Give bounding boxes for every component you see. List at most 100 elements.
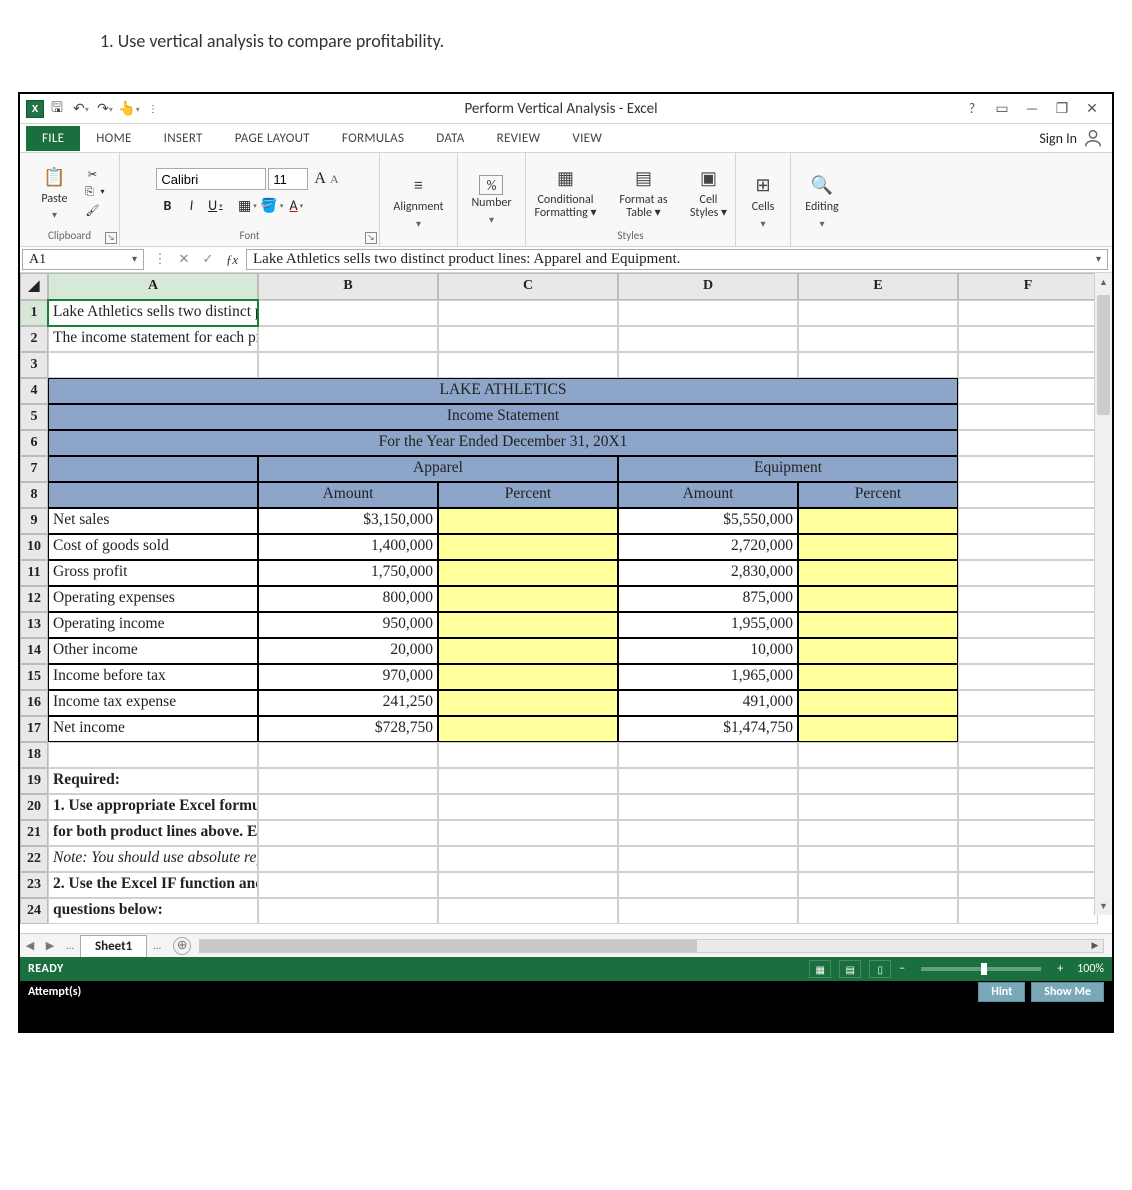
cell-d13[interactable]: 1,955,000 (618, 612, 798, 638)
cell-a22[interactable]: Note: You should use absolute references… (48, 846, 258, 872)
row-header[interactable]: 24 (20, 898, 48, 924)
cell-styles-button[interactable]: ▣ Cell Styles ▾ (681, 162, 737, 222)
cell[interactable] (258, 872, 438, 898)
cell[interactable] (438, 820, 618, 846)
insert-function-button[interactable]: ƒx (222, 252, 242, 268)
row-header[interactable]: 4 (20, 378, 48, 404)
cell[interactable] (958, 768, 1098, 794)
cell-d17[interactable]: $1,474,750 (618, 716, 798, 742)
fill-color-button[interactable]: 🪣▾ (260, 194, 283, 216)
tab-home[interactable]: HOME (80, 126, 147, 151)
cell[interactable] (618, 352, 798, 378)
cell-b11[interactable]: 1,750,000 (258, 560, 438, 586)
cell-a13[interactable]: Operating income (48, 612, 258, 638)
copy-icon[interactable]: ⎘ (80, 184, 98, 200)
cell[interactable] (958, 638, 1098, 664)
cell-c13[interactable] (438, 612, 618, 638)
cell[interactable] (958, 586, 1098, 612)
row-header[interactable]: 22 (20, 846, 48, 872)
cell-a24[interactable]: questions below: (48, 898, 258, 924)
cell[interactable] (798, 898, 958, 924)
scroll-down-icon[interactable]: ▼ (1095, 897, 1112, 915)
row-header[interactable]: 2 (20, 326, 48, 352)
row-header[interactable]: 5 (20, 404, 48, 430)
cell-title-company[interactable]: LAKE ATHLETICS (48, 378, 958, 404)
cell[interactable] (438, 326, 618, 352)
cell[interactable] (438, 768, 618, 794)
grow-font-icon[interactable]: A (314, 170, 326, 188)
cell-c15[interactable] (438, 664, 618, 690)
row-header[interactable]: 15 (20, 664, 48, 690)
row-header[interactable]: 20 (20, 794, 48, 820)
cell-c8[interactable]: Percent (438, 482, 618, 508)
cell[interactable] (618, 898, 798, 924)
normal-view-icon[interactable]: ▦ (809, 960, 831, 978)
bold-button[interactable]: B (156, 194, 178, 216)
ribbon-options-button[interactable]: ▭ (988, 98, 1016, 120)
cell-b13[interactable]: 950,000 (258, 612, 438, 638)
format-painter-icon[interactable]: 🖌 (83, 202, 101, 218)
close-button[interactable]: ✕ (1078, 98, 1106, 120)
cell[interactable] (618, 872, 798, 898)
paste-button[interactable]: 📋 Paste ▾ (34, 161, 74, 223)
cell[interactable] (258, 846, 438, 872)
cell-e8[interactable]: Percent (798, 482, 958, 508)
cells-button[interactable]: ⊞ Cells ▾ (743, 169, 783, 231)
zoom-out-button[interactable]: − (899, 962, 905, 976)
tab-formulas[interactable]: FORMULAS (326, 126, 420, 151)
cell-a21[interactable]: for both product lines above. Express ea… (48, 820, 258, 846)
cell[interactable] (798, 820, 958, 846)
number-button[interactable]: % Number ▾ (465, 173, 517, 227)
cell[interactable] (48, 482, 258, 508)
cell[interactable] (438, 352, 618, 378)
cell[interactable] (958, 404, 1098, 430)
cell[interactable] (258, 898, 438, 924)
maximize-button[interactable]: ❐ (1048, 98, 1076, 120)
cell-apparel-header[interactable]: Apparel (258, 456, 618, 482)
scroll-thumb[interactable] (1097, 295, 1110, 415)
cell-b14[interactable]: 20,000 (258, 638, 438, 664)
row-header[interactable]: 8 (20, 482, 48, 508)
cell[interactable] (438, 846, 618, 872)
cell[interactable] (618, 768, 798, 794)
cell-a19[interactable]: Required: (48, 768, 258, 794)
cell-a16[interactable]: Income tax expense (48, 690, 258, 716)
cell[interactable] (958, 872, 1098, 898)
cell[interactable] (958, 898, 1098, 924)
cell-c12[interactable] (438, 586, 618, 612)
border-button[interactable]: ▦▾ (236, 194, 258, 216)
cell-d8[interactable]: Amount (618, 482, 798, 508)
cell[interactable] (958, 664, 1098, 690)
tab-file[interactable]: FILE (26, 126, 80, 151)
cell[interactable] (958, 456, 1098, 482)
cell[interactable] (258, 820, 438, 846)
sign-in[interactable]: Sign In (1039, 127, 1112, 149)
cell[interactable] (258, 794, 438, 820)
cell[interactable] (958, 378, 1098, 404)
accept-formula-button[interactable]: ✓ (198, 252, 218, 267)
cell[interactable] (958, 326, 1098, 352)
col-header-A[interactable]: A (48, 273, 258, 300)
cell-c16[interactable] (438, 690, 618, 716)
cell-A2[interactable]: The income statement for each product li… (48, 326, 258, 352)
format-as-table-button[interactable]: ▤ Format as Table ▾ (609, 162, 679, 222)
cell-d16[interactable]: 491,000 (618, 690, 798, 716)
row-header[interactable]: 23 (20, 872, 48, 898)
clipboard-launcher[interactable]: ↘ (105, 232, 117, 244)
zoom-level[interactable]: 100% (1077, 962, 1104, 976)
cell[interactable] (258, 326, 438, 352)
row-header[interactable]: 21 (20, 820, 48, 846)
cell-c17[interactable] (438, 716, 618, 742)
worksheet[interactable]: ◢ A B C D E F 1 Lake Athletics sells two… (20, 273, 1112, 933)
cell[interactable] (798, 742, 958, 768)
cell-a14[interactable]: Other income (48, 638, 258, 664)
row-header[interactable]: 7 (20, 456, 48, 482)
editing-button[interactable]: 🔍 Editing ▾ (799, 169, 844, 231)
cell-c9[interactable] (438, 508, 618, 534)
cell[interactable] (258, 768, 438, 794)
cell[interactable] (958, 352, 1098, 378)
cell-a15[interactable]: Income before tax (48, 664, 258, 690)
italic-button[interactable]: I (180, 194, 202, 216)
cell[interactable] (48, 352, 258, 378)
col-header-B[interactable]: B (258, 273, 438, 300)
